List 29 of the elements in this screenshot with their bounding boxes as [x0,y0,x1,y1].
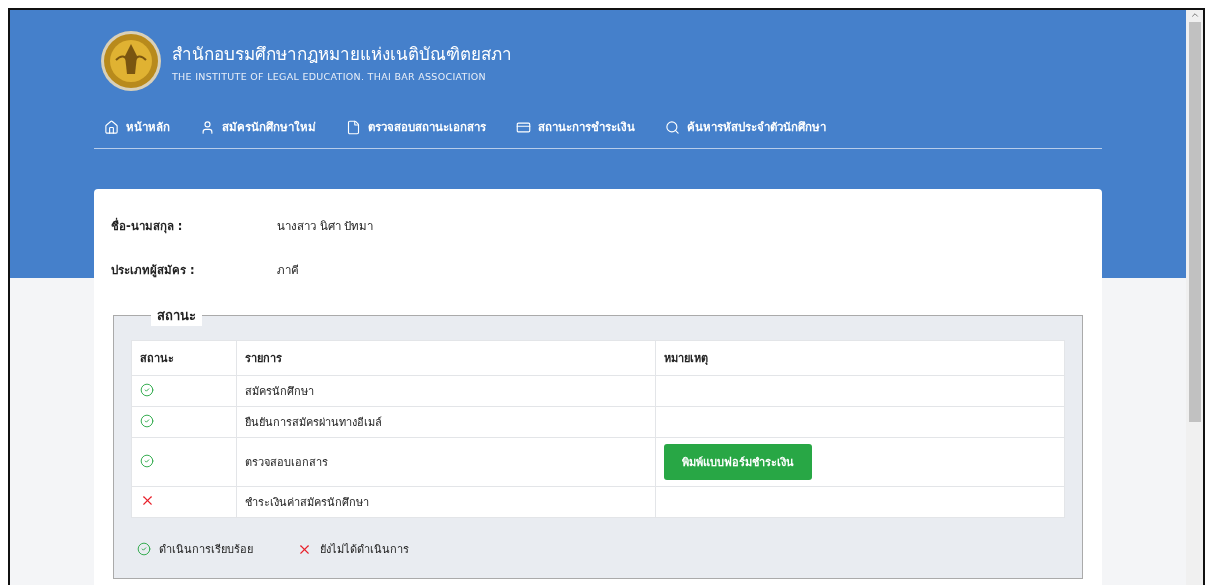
print-form-button[interactable]: พิมพ์แบบฟอร์มชำระเงิน [664,444,812,480]
nav-link[interactable]: ค้นหารหัสประจำตัวนักศึกษา [665,118,826,136]
file-icon [346,119,361,135]
nav-link[interactable]: สถานะการชำระเงิน [516,118,635,136]
credit-card-icon [516,119,531,135]
scrollbar[interactable] [1186,10,1203,585]
site-subtitle: THE INSTITUTE OF LEGAL EDUCATION. THAI BAR ASSOCIATION [172,71,487,82]
field-label: ประเภทผู้สมัคร : [111,262,196,279]
search-icon [665,119,680,135]
nav-link[interactable]: หน้าหลัก [104,118,170,136]
field-label: ชื่อ-นามสกุล : [111,217,184,235]
legend-label: ดำเนินการเรียบร้อย [159,542,253,558]
nav-link[interactable]: ตรวจสอบสถานะเอกสาร [346,118,486,136]
site-title: สำนักอบรมศึกษากฎหมายแห่งเนติบัณฑิตยสภา [172,43,512,66]
table-cell: ชำระเงินค่าสมัครนักศึกษา [236,486,656,518]
seal-logo [100,30,162,92]
column-header: หมายเหตุ [655,340,1065,376]
nav-link[interactable]: สมัครนักศึกษาใหม่ [200,118,316,136]
column-header: รายการ [236,340,656,376]
scroll-up-icon[interactable] [1189,10,1200,20]
user-icon [200,119,215,135]
field-value: นางสาว นิศา ปัทมา [277,218,374,235]
table-cell: ยืนยันการสมัครผ่านทางอีเมล์ [236,406,656,438]
legend-label: ยังไม่ได้ดำเนินการ [320,542,409,558]
table-cell: สมัครนักศึกษา [236,375,656,407]
column-header: สถานะ [131,340,237,376]
table-cell: ตรวจสอบเอกสาร [236,437,656,487]
home-icon [104,119,119,135]
field-value: ภาคี [277,262,299,279]
